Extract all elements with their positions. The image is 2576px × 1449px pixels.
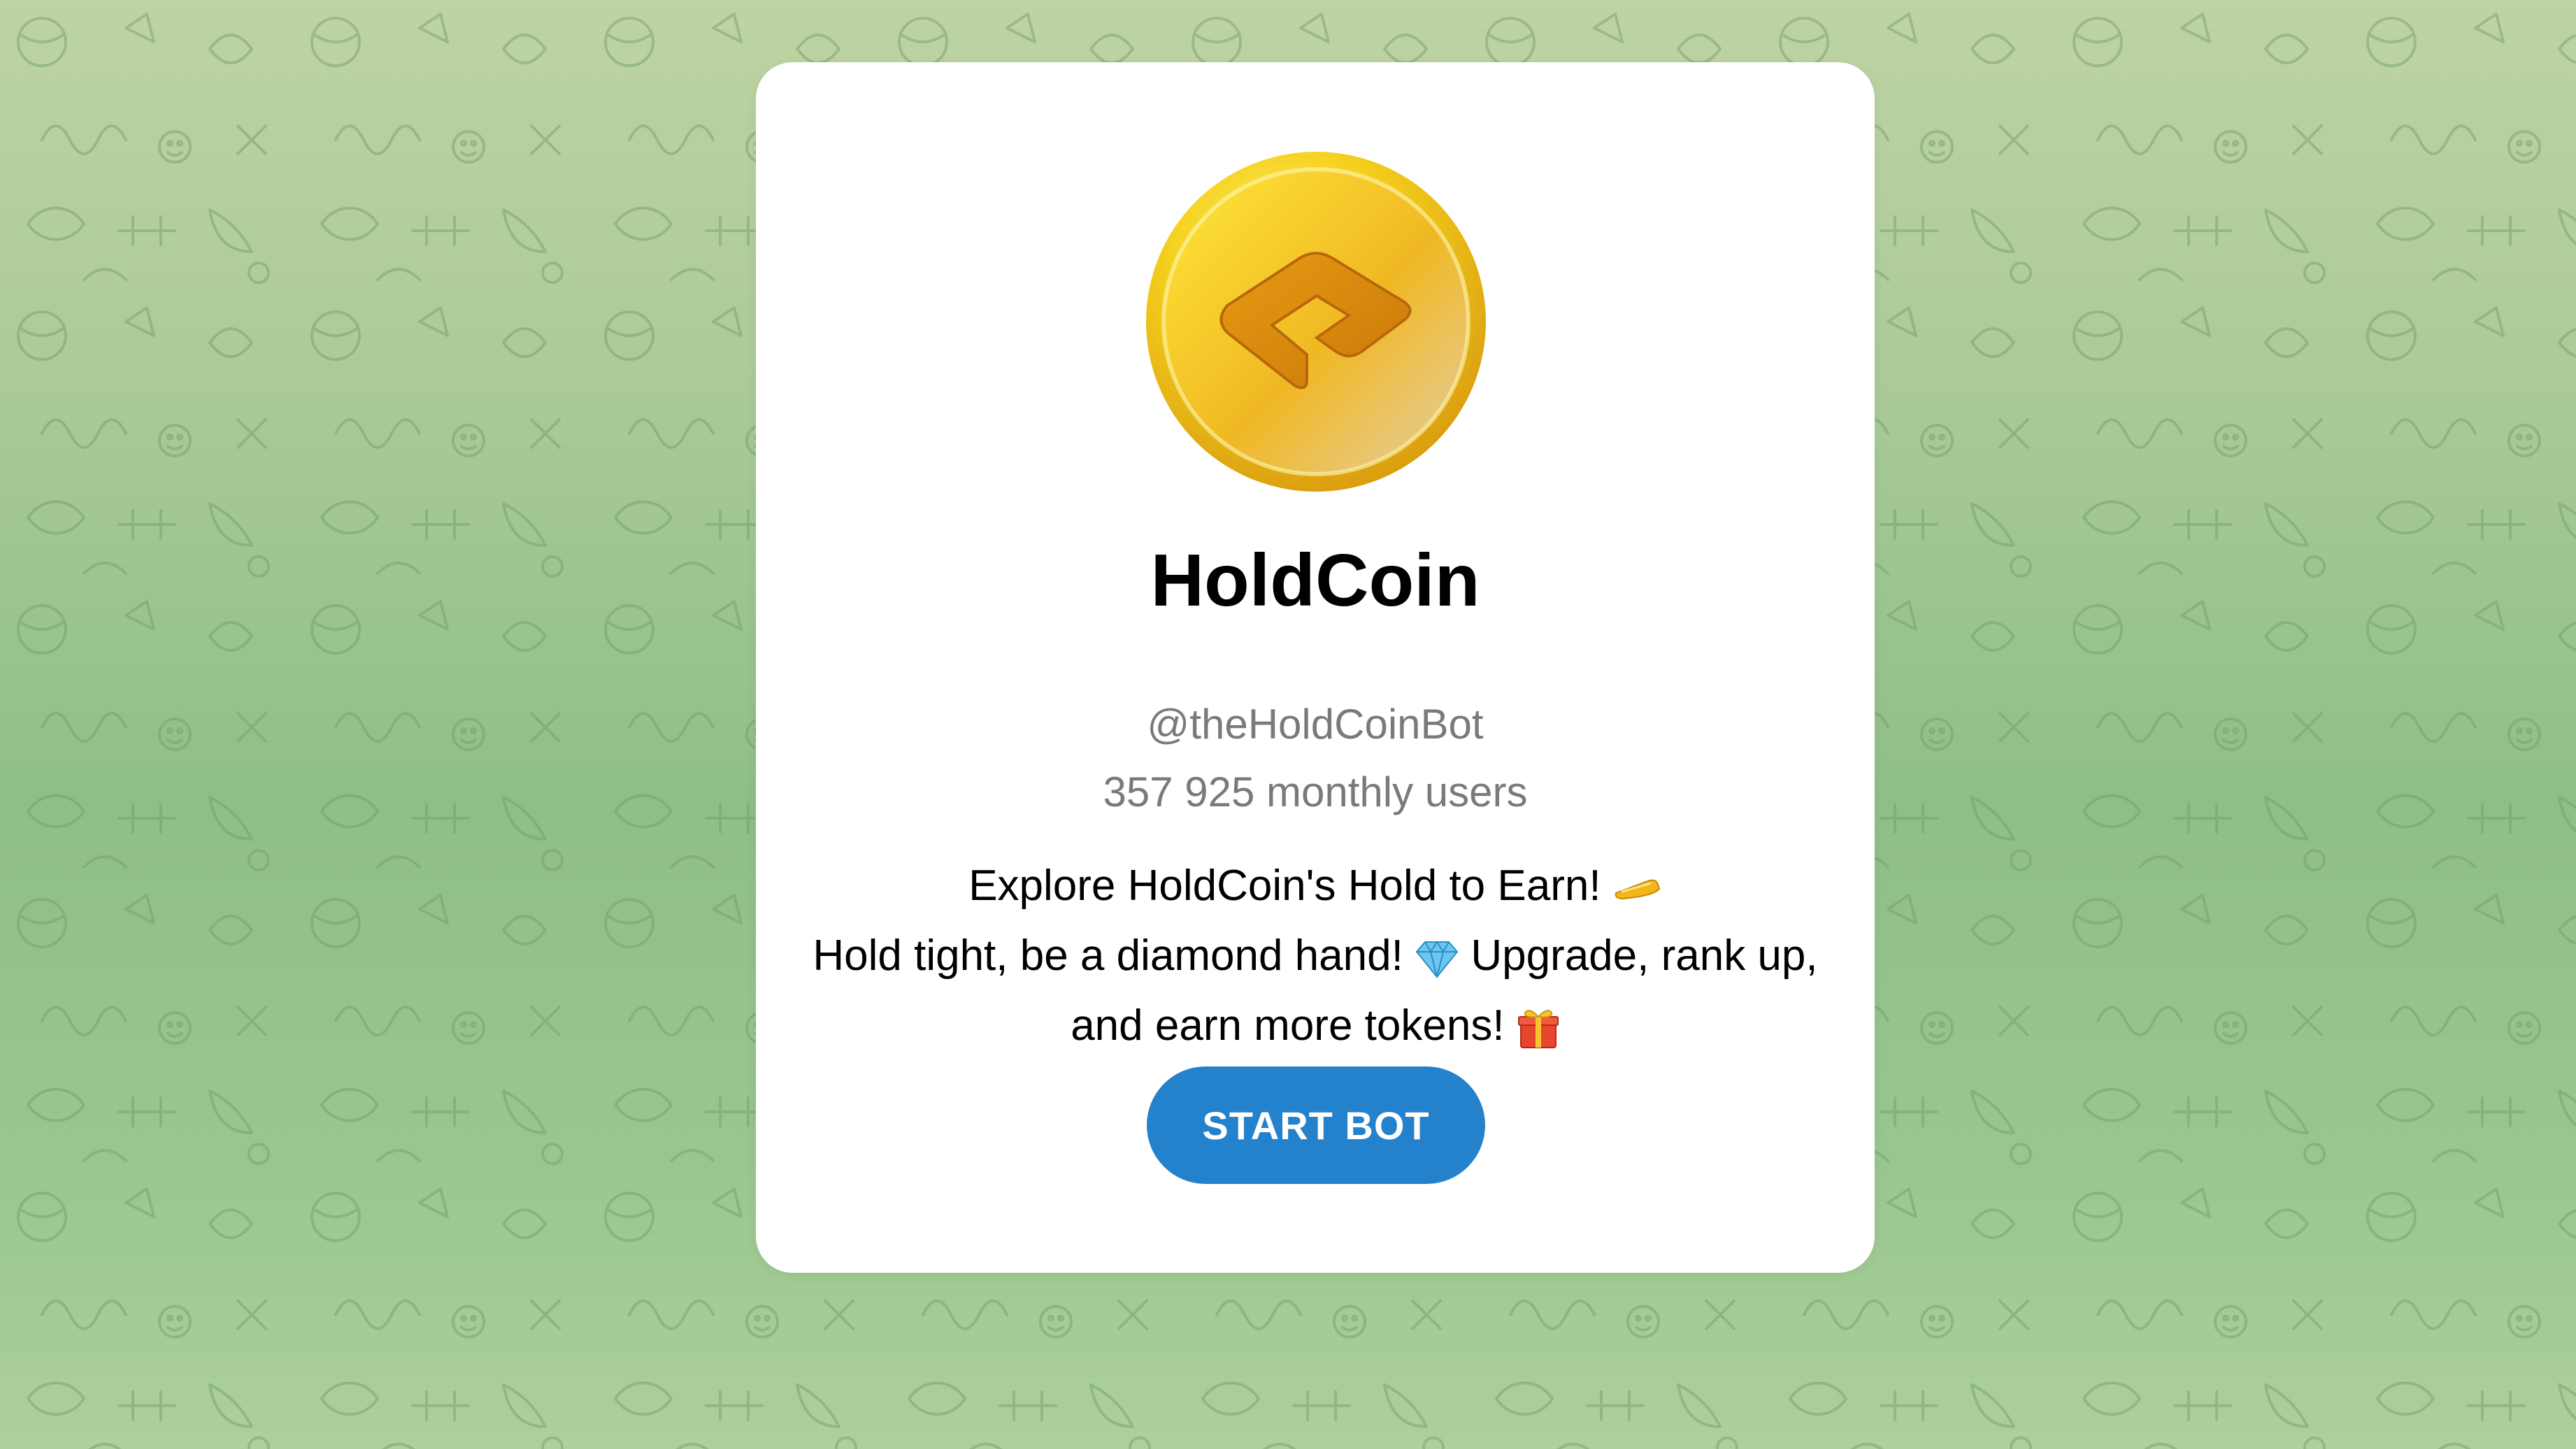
holdcoin-avatar-icon	[1146, 152, 1486, 492]
description-line-3: and earn more tokens!	[798, 991, 1833, 1061]
description-line-2: Hold tight, be a diamond hand! Upgrade, …	[798, 921, 1833, 991]
bot-profile-card: HoldCoin @theHoldCoinBot 357 925 monthly…	[756, 62, 1875, 1273]
description-line-1: Explore HoldCoin's Hold to Earn!	[798, 851, 1833, 921]
bot-description: Explore HoldCoin's Hold to Earn! Hold ti…	[798, 851, 1833, 1061]
description-text: Hold tight, be a diamond hand!	[813, 932, 1403, 980]
coin-bar-emoji-icon	[1615, 879, 1660, 899]
description-text: Explore HoldCoin's Hold to Earn!	[968, 862, 1601, 910]
gem-emoji-icon	[1415, 940, 1459, 978]
description-text: Upgrade, rank up,	[1471, 932, 1818, 980]
bot-username: @theHoldCoinBot	[1147, 701, 1484, 748]
start-bot-button[interactable]: START BOT	[1147, 1066, 1485, 1184]
description-text: and earn more tokens!	[1071, 1001, 1505, 1050]
monthly-users-count: 357 925 monthly users	[1103, 769, 1528, 815]
gift-emoji-icon	[1517, 1009, 1559, 1048]
bot-name: HoldCoin	[1150, 539, 1480, 622]
